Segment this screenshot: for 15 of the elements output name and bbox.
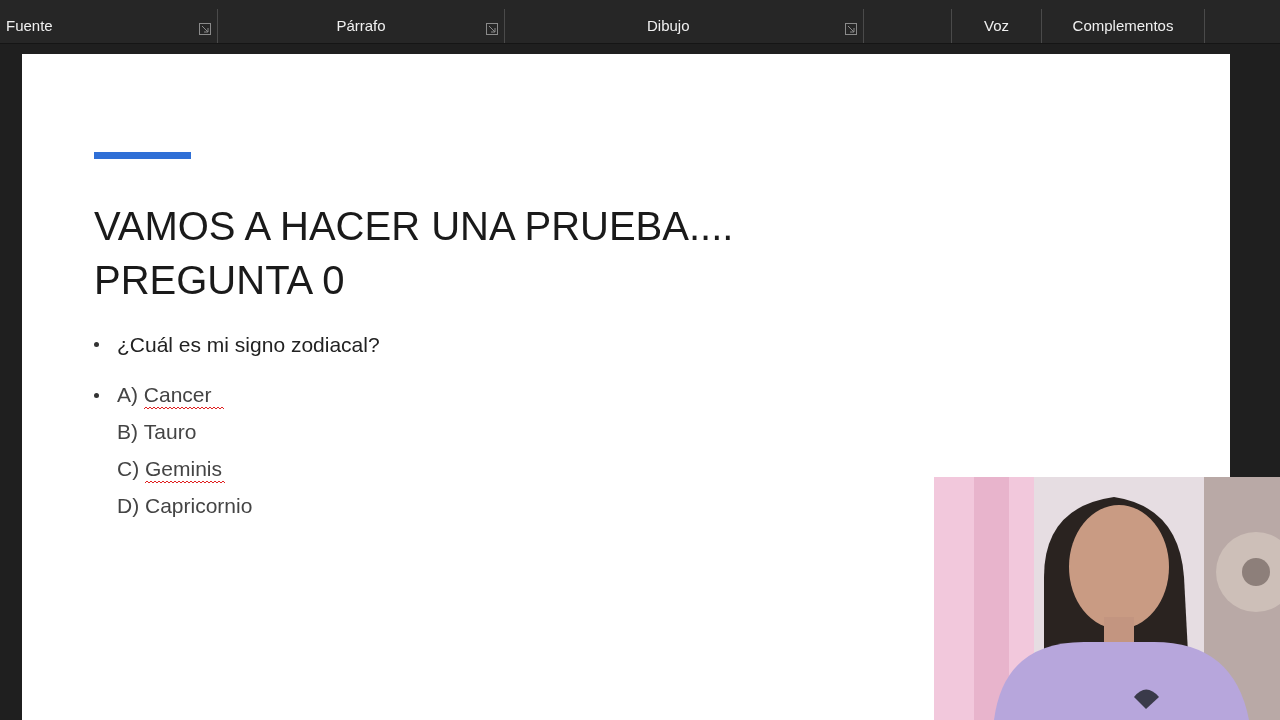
question-text: ¿Cuál es mi signo zodiacal? bbox=[117, 332, 380, 358]
slide-title: VAMOS A HACER UNA PRUEBA.... bbox=[94, 203, 734, 250]
answer-option: A) Cancer bbox=[117, 380, 224, 410]
slide-title: PREGUNTA 0 bbox=[94, 257, 345, 304]
group-label: Párrafo bbox=[336, 15, 386, 36]
dialog-launcher-icon[interactable] bbox=[845, 23, 857, 35]
answer-option: B) Tauro bbox=[117, 417, 224, 447]
group-label: Dibujo bbox=[647, 15, 690, 36]
group-label: Complementos bbox=[1072, 15, 1174, 36]
dialog-launcher-icon[interactable] bbox=[486, 23, 498, 35]
dialog-launcher-icon[interactable] bbox=[199, 23, 211, 35]
group-label: Voz bbox=[984, 15, 1009, 36]
answer-option: C) Geminis bbox=[117, 454, 225, 484]
answer-option: D) Capricornio bbox=[117, 491, 253, 521]
group-label: Fuente bbox=[6, 15, 53, 36]
